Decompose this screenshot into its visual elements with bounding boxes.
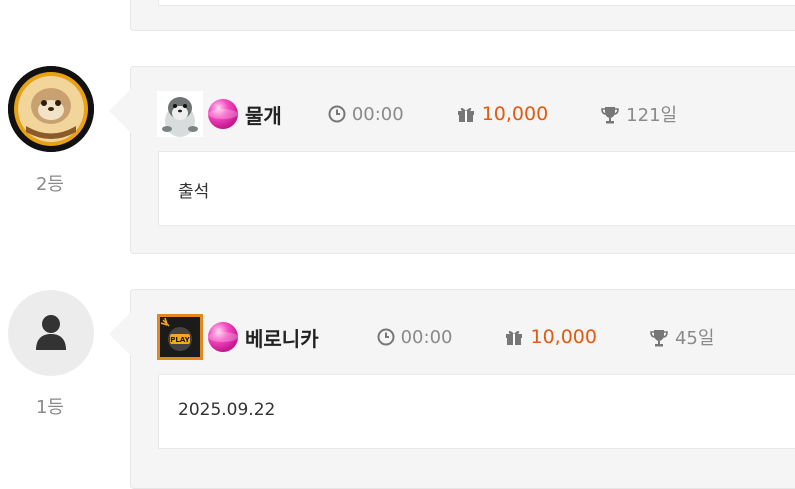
entry-meta: 물개 00:00 10,000 121일 (157, 89, 729, 139)
rank-label: 2등 (35, 174, 64, 195)
clock-icon (377, 328, 395, 346)
message-text: 2025.09.22 (178, 400, 276, 420)
attendance-message: 출석 (158, 151, 795, 226)
nickname[interactable]: 물개 (245, 100, 282, 129)
message-text: 출석 (178, 182, 210, 202)
rank-label: 1등 (35, 397, 64, 418)
nickname[interactable]: 베로니카 (245, 323, 319, 352)
level-ball-icon (208, 322, 238, 352)
days-value: 45일 (674, 328, 715, 349)
entry-meta: PLAY 베로니카 00:00 10,000 45일 (157, 312, 766, 362)
points-value: 10,000 (481, 103, 549, 125)
time-value: 00:00 (400, 326, 453, 348)
user-silhouette-icon (36, 315, 66, 350)
attendance-points: 10,000 (504, 326, 597, 348)
play-user-icon: PLAY (157, 314, 203, 360)
attendance-time: 00:00 (377, 326, 453, 348)
svg-text:PLAY: PLAY (170, 336, 190, 344)
points-value: 10,000 (530, 326, 597, 348)
previous-entry-message (158, 0, 795, 6)
seal-avatar-icon (8, 66, 94, 152)
attendance-entry-card: PLAY 베로니카 00:00 10,000 45일 2025.09.22 (109, 289, 795, 489)
days-value: 121일 (626, 105, 678, 126)
attendance-days: 45일 (649, 324, 714, 350)
time-value: 00:00 (351, 103, 404, 125)
gift-icon (457, 107, 474, 122)
avatar[interactable] (8, 290, 94, 376)
avatar[interactable] (8, 66, 94, 152)
attendance-time: 00:00 (328, 104, 404, 125)
clock-icon (328, 105, 346, 123)
attendance-points: 10,000 (456, 103, 548, 125)
trophy-icon (650, 329, 668, 346)
attendance-entry-card: 물개 00:00 10,000 121일 출석 (109, 66, 795, 254)
trophy-icon (601, 106, 619, 123)
level-ball-icon (208, 99, 238, 129)
gift-icon (506, 330, 523, 345)
previous-entry-card (130, 0, 795, 31)
attendance-message: 2025.09.22 (158, 374, 795, 449)
seal-user-icon (157, 91, 203, 137)
attendance-days: 121일 (600, 101, 677, 127)
